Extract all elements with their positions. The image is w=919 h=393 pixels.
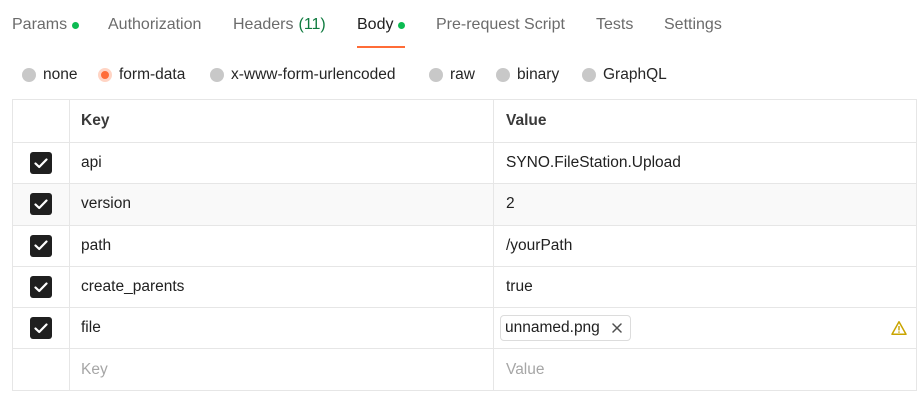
tab-body-label: Body (357, 16, 394, 33)
row-checkbox[interactable] (30, 152, 52, 175)
row-check-cell (13, 225, 70, 266)
table-row: path /yourPath (13, 224, 916, 266)
check-icon (34, 199, 48, 210)
new-value-input[interactable]: Value (494, 349, 916, 389)
table-row: version 2 (13, 183, 916, 225)
radio-circle-icon (22, 68, 36, 82)
body-indicator-dot (398, 21, 406, 29)
check-icon (34, 240, 48, 251)
radio-none[interactable]: none (22, 64, 77, 86)
row-checkbox[interactable] (30, 317, 52, 340)
radio-form-data[interactable]: form-data (98, 64, 185, 86)
table-row: api SYNO.FileStation.Upload (13, 142, 916, 184)
header-value: Value (506, 112, 547, 129)
row-key[interactable]: create_parents (70, 266, 494, 308)
row-check-cell (13, 184, 70, 225)
row-checkbox[interactable] (30, 234, 52, 257)
form-data-table: Key Value api SYNO.FileStation.Upload ve… (12, 99, 917, 391)
table-row: create_parents true (13, 265, 916, 308)
close-icon[interactable] (610, 321, 624, 335)
row-checkbox[interactable] (30, 276, 52, 299)
tab-settings-label: Settings (664, 16, 722, 33)
row-key[interactable]: version (70, 184, 494, 225)
row-value-file: unnamed.png (494, 308, 916, 348)
radio-form-data-label: form-data (119, 66, 186, 83)
table-row: file unnamed.png (13, 307, 916, 349)
row-key[interactable]: api (70, 143, 494, 184)
tab-tests[interactable]: Tests (596, 0, 633, 50)
tab-params[interactable]: Params (12, 0, 80, 50)
warning-icon[interactable] (891, 320, 907, 336)
radio-raw[interactable]: raw (429, 64, 475, 86)
header-key: Key (70, 100, 494, 142)
headers-count: (11) (298, 16, 326, 33)
tab-authorization-label: Authorization (108, 16, 202, 33)
new-key-input[interactable]: Key (70, 349, 494, 390)
file-chip[interactable]: unnamed.png (500, 315, 631, 342)
check-icon (34, 158, 48, 168)
tab-settings[interactable]: Settings (664, 0, 722, 50)
radio-circle-icon (496, 68, 510, 82)
row-value[interactable]: SYNO.FileStation.Upload (494, 143, 916, 183)
row-value[interactable]: true (494, 267, 916, 307)
tab-body[interactable]: Body (357, 0, 406, 50)
radio-urlencoded-label: x-www-form-urlencoded (231, 66, 396, 83)
radio-urlencoded[interactable]: x-www-form-urlencoded (210, 64, 396, 86)
tab-headers[interactable]: Headers (11) (233, 0, 326, 50)
row-checkbox[interactable] (30, 193, 52, 216)
new-row-check-cell (13, 349, 70, 390)
tab-prerequest-label: Pre-request Script (436, 16, 565, 33)
row-value[interactable]: /yourPath (494, 226, 916, 266)
radio-graphql-label: GraphQL (603, 66, 667, 83)
tab-tests-label: Tests (596, 16, 634, 33)
radio-graphql[interactable]: GraphQL (582, 64, 667, 86)
radio-circle-icon (582, 68, 596, 82)
tab-prerequest-script[interactable]: Pre-request Script (436, 0, 565, 50)
params-indicator-dot (72, 21, 80, 29)
radio-circle-icon (210, 68, 224, 82)
radio-circle-icon (429, 68, 443, 82)
check-icon (34, 281, 48, 292)
header-check-cell (13, 100, 70, 142)
tab-params-label: Params (12, 16, 68, 33)
row-key[interactable]: path (70, 225, 494, 266)
radio-binary-label: binary (517, 66, 560, 83)
radio-binary[interactable]: binary (496, 64, 559, 86)
row-check-cell (13, 143, 70, 184)
file-chip-name: unnamed.png (505, 319, 600, 337)
check-icon (34, 323, 48, 333)
table-header-row: Key Value (13, 100, 916, 142)
tab-headers-label: Headers (233, 16, 294, 33)
row-check-cell (13, 308, 70, 349)
radio-none-label: none (43, 66, 78, 83)
radio-selected-icon (98, 68, 112, 82)
table-new-row: Key Value (13, 348, 916, 390)
row-check-cell (13, 266, 70, 308)
radio-raw-label: raw (450, 66, 475, 83)
row-key[interactable]: file (70, 308, 494, 349)
row-value[interactable]: 2 (494, 184, 916, 224)
tab-authorization[interactable]: Authorization (108, 0, 201, 50)
